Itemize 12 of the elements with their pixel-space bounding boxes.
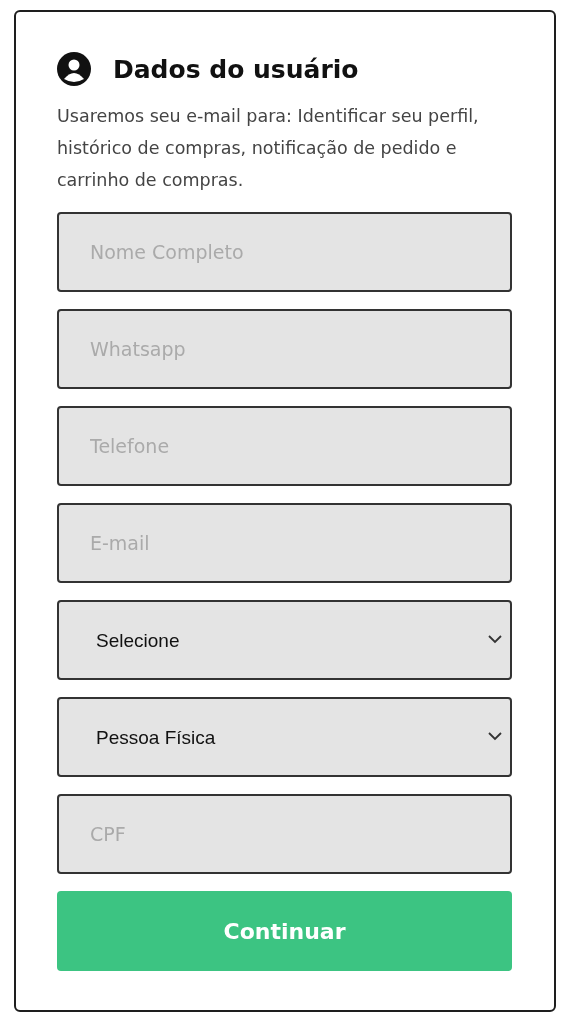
section-title: Dados do usuário bbox=[113, 54, 359, 84]
input-field[interactable]: Whatsapp bbox=[57, 309, 512, 389]
input-field[interactable]: CPF bbox=[57, 794, 512, 874]
user-icon bbox=[57, 52, 91, 86]
input-field[interactable]: Nome Completo bbox=[57, 212, 512, 292]
chevron-icon bbox=[488, 635, 502, 644]
select-field[interactable]: Pessoa Física bbox=[57, 697, 512, 777]
select-field[interactable]: Selecione bbox=[57, 600, 512, 680]
input-field[interactable]: E-mail bbox=[57, 503, 512, 583]
chevron-icon bbox=[488, 732, 502, 741]
intro-text: Usaremos seu e-mail para: Identificar seu perfil, histórico de compras, notificação de pedido e carrinho de compras. bbox=[57, 105, 480, 192]
input-field[interactable]: Telefone bbox=[57, 406, 512, 486]
